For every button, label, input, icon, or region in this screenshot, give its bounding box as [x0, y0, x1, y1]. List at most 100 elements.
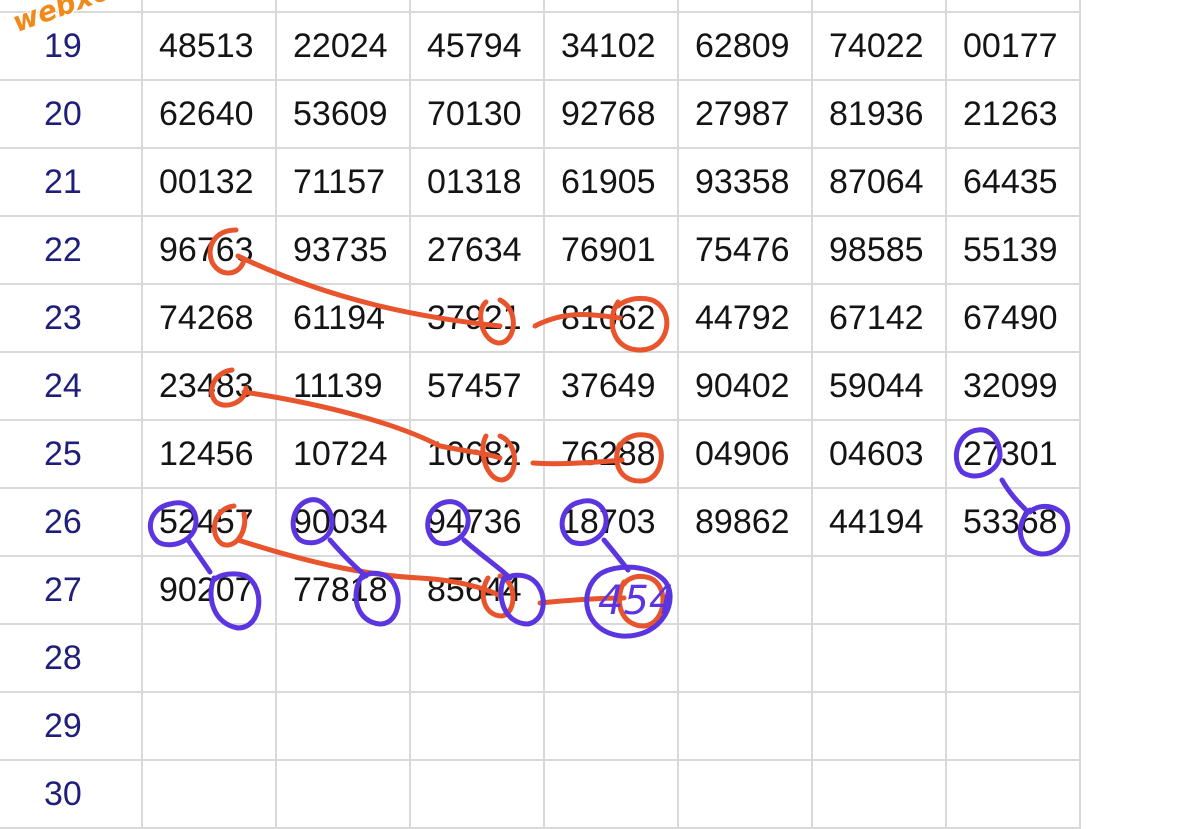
- grid-cell[interactable]: 00177: [945, 11, 1081, 81]
- grid-cell[interactable]: 93735: [275, 215, 411, 285]
- grid-cell[interactable]: 67142: [811, 283, 947, 353]
- grid-cell[interactable]: 01318: [409, 147, 545, 217]
- grid-cell[interactable]: [409, 0, 545, 13]
- grid-cell[interactable]: 37921: [409, 283, 545, 353]
- grid-cell[interactable]: [811, 555, 947, 625]
- grid-cell[interactable]: 23483: [141, 351, 277, 421]
- row-number[interactable]: 23: [0, 283, 143, 353]
- grid-cell[interactable]: 98585: [811, 215, 947, 285]
- grid-cell[interactable]: [409, 691, 545, 761]
- grid-cell[interactable]: 92768: [543, 79, 679, 149]
- grid-cell[interactable]: [141, 623, 277, 693]
- grid-cell[interactable]: 27301: [945, 419, 1081, 489]
- grid-cell[interactable]: [811, 623, 947, 693]
- grid-cell[interactable]: 93358: [677, 147, 813, 217]
- grid-cell[interactable]: [677, 759, 813, 829]
- grid-cell[interactable]: 57457: [409, 351, 545, 421]
- row-number[interactable]: 22: [0, 215, 143, 285]
- row-number[interactable]: 25: [0, 419, 143, 489]
- grid-cell[interactable]: [811, 691, 947, 761]
- grid-cell[interactable]: 37649: [543, 351, 679, 421]
- grid-cell[interactable]: [275, 759, 411, 829]
- grid-cell[interactable]: 61194: [275, 283, 411, 353]
- grid-cell[interactable]: [275, 0, 411, 13]
- grid-cell[interactable]: 18703: [543, 487, 679, 557]
- grid-cell[interactable]: 12456: [141, 419, 277, 489]
- grid-cell[interactable]: [543, 0, 679, 13]
- grid-cell[interactable]: 48513: [141, 11, 277, 81]
- grid-cell[interactable]: [677, 623, 813, 693]
- grid-cell[interactable]: [409, 759, 545, 829]
- grid-cell[interactable]: 32099: [945, 351, 1081, 421]
- row-number[interactable]: 26: [0, 487, 143, 557]
- grid-cell[interactable]: 10724: [275, 419, 411, 489]
- grid-cell[interactable]: 74268: [141, 283, 277, 353]
- grid-cell[interactable]: [677, 691, 813, 761]
- row-number[interactable]: 28: [0, 623, 143, 693]
- grid-cell[interactable]: 76901: [543, 215, 679, 285]
- grid-cell[interactable]: 11139: [275, 351, 411, 421]
- grid-cell[interactable]: 45794: [409, 11, 545, 81]
- grid-cell[interactable]: 10682: [409, 419, 545, 489]
- grid-cell[interactable]: [275, 623, 411, 693]
- grid-cell[interactable]: 75476: [677, 215, 813, 285]
- grid-cell[interactable]: 70130: [409, 79, 545, 149]
- grid-cell[interactable]: 64435: [945, 147, 1081, 217]
- grid-cell[interactable]: 77818: [275, 555, 411, 625]
- grid-cell[interactable]: 85644: [409, 555, 545, 625]
- grid-cell[interactable]: 96763: [141, 215, 277, 285]
- grid-cell[interactable]: 90402: [677, 351, 813, 421]
- grid-cell[interactable]: 44194: [811, 487, 947, 557]
- grid-cell[interactable]: 90207: [141, 555, 277, 625]
- grid-cell[interactable]: [945, 555, 1081, 625]
- grid-cell[interactable]: 59044: [811, 351, 947, 421]
- row-number[interactable]: 21: [0, 147, 143, 217]
- grid-cell[interactable]: 76288: [543, 419, 679, 489]
- grid-cell[interactable]: 04906: [677, 419, 813, 489]
- grid-cell[interactable]: 34102: [543, 11, 679, 81]
- grid-cell[interactable]: 21263: [945, 79, 1081, 149]
- grid-cell[interactable]: 53368: [945, 487, 1081, 557]
- grid-cell[interactable]: 62809: [677, 11, 813, 81]
- grid-cell[interactable]: [945, 759, 1081, 829]
- grid-cell[interactable]: 87064: [811, 147, 947, 217]
- grid-cell[interactable]: 81062: [543, 283, 679, 353]
- grid-cell[interactable]: 67490: [945, 283, 1081, 353]
- grid-cell[interactable]: [141, 0, 277, 13]
- row-number[interactable]: 24: [0, 351, 143, 421]
- grid-cell[interactable]: [945, 0, 1081, 13]
- grid-cell[interactable]: [543, 555, 679, 625]
- grid-cell[interactable]: 94736: [409, 487, 545, 557]
- row-number[interactable]: 27: [0, 555, 143, 625]
- grid-cell[interactable]: 53609: [275, 79, 411, 149]
- grid-cell[interactable]: [543, 691, 679, 761]
- grid-cell[interactable]: 04603: [811, 419, 947, 489]
- row-number[interactable]: 30: [0, 759, 143, 829]
- grid-cell[interactable]: [409, 623, 545, 693]
- grid-cell[interactable]: [945, 691, 1081, 761]
- grid-cell[interactable]: [677, 0, 813, 13]
- grid-cell[interactable]: 74022: [811, 11, 947, 81]
- grid-cell[interactable]: 89862: [677, 487, 813, 557]
- grid-cell[interactable]: 61905: [543, 147, 679, 217]
- grid-cell[interactable]: [141, 691, 277, 761]
- grid-cell[interactable]: 44792: [677, 283, 813, 353]
- grid-cell[interactable]: [811, 0, 947, 13]
- grid-cell[interactable]: [543, 759, 679, 829]
- row-number[interactable]: 20: [0, 79, 143, 149]
- grid-cell[interactable]: 27634: [409, 215, 545, 285]
- grid-cell[interactable]: 55139: [945, 215, 1081, 285]
- grid-cell[interactable]: [275, 691, 411, 761]
- grid-cell[interactable]: [141, 759, 277, 829]
- grid-cell[interactable]: [945, 623, 1081, 693]
- grid-cell[interactable]: 52457: [141, 487, 277, 557]
- grid-cell[interactable]: 62640: [141, 79, 277, 149]
- grid-cell[interactable]: 71157: [275, 147, 411, 217]
- grid-cell[interactable]: 22024: [275, 11, 411, 81]
- grid-cell[interactable]: [677, 555, 813, 625]
- grid-cell[interactable]: 90034: [275, 487, 411, 557]
- grid-cell[interactable]: 81936: [811, 79, 947, 149]
- grid-cell[interactable]: [543, 623, 679, 693]
- grid-cell[interactable]: [811, 759, 947, 829]
- grid-cell[interactable]: 00132: [141, 147, 277, 217]
